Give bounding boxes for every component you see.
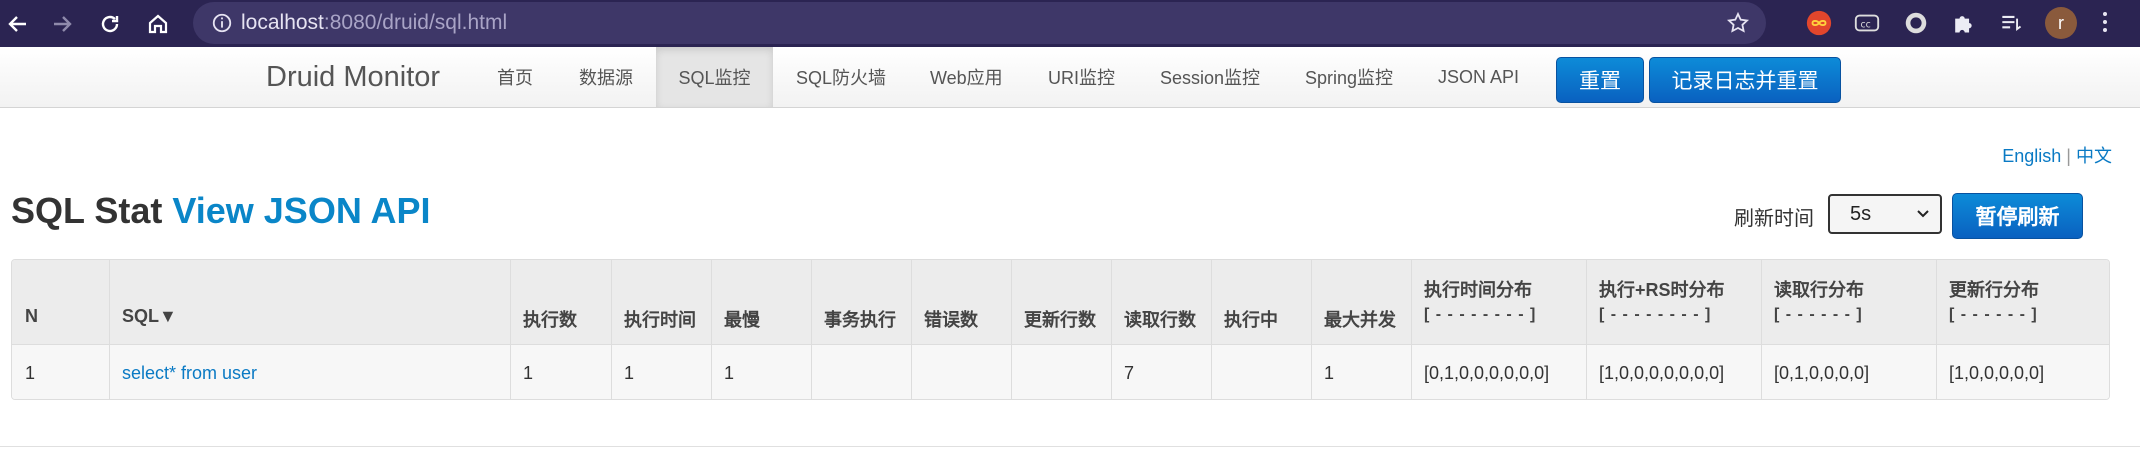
refresh-interval-label: 刷新时间 bbox=[1734, 208, 1814, 230]
nav-sql-monitor[interactable]: SQL监控 bbox=[656, 47, 773, 107]
cell-slowest: 1 bbox=[724, 363, 735, 383]
nav-spring-monitor[interactable]: Spring监控 bbox=[1291, 47, 1407, 107]
column-divider bbox=[1411, 260, 1412, 399]
col-header-exec-rs-histogram-sub: [ - - - - - - - - ] bbox=[1599, 306, 1712, 323]
col-header-fetch-histogram-sub: [ - - - - - - ] bbox=[1774, 306, 1863, 323]
view-json-api-link[interactable]: View JSON API bbox=[172, 190, 430, 231]
column-divider bbox=[510, 260, 511, 399]
profile-avatar[interactable]: r bbox=[2045, 7, 2077, 39]
column-divider bbox=[1011, 260, 1012, 399]
col-header-sql[interactable]: SQL▼ bbox=[122, 306, 177, 327]
address-bar[interactable]: localhost:8080/druid/sql.html bbox=[193, 2, 1766, 44]
cell-exec-rs-histogram: [1,0,0,0,0,0,0,0] bbox=[1599, 363, 1725, 383]
reload-icon[interactable] bbox=[92, 6, 128, 42]
sql-detail-link[interactable]: select* from user bbox=[122, 363, 257, 383]
col-header-update-histogram-sub: [ - - - - - - ] bbox=[1949, 306, 2038, 323]
column-divider bbox=[811, 260, 812, 399]
col-header-exec-count[interactable]: 执行数 bbox=[523, 306, 577, 332]
column-divider bbox=[1936, 260, 1937, 399]
page-divider bbox=[0, 446, 2140, 447]
druid-navbar: Druid Monitor 首页 数据源 SQL监控 SQL防火墙 Web应用 … bbox=[0, 47, 2140, 108]
col-header-tx-exec[interactable]: 事务执行 bbox=[824, 306, 896, 332]
back-icon[interactable] bbox=[0, 6, 36, 42]
page-title: SQL Stat View JSON API bbox=[11, 190, 431, 232]
lang-separator: | bbox=[2066, 146, 2071, 166]
language-switch: English | 中文 bbox=[2002, 142, 2112, 168]
nav-session-monitor[interactable]: Session监控 bbox=[1146, 47, 1274, 107]
nav-sql-firewall[interactable]: SQL防火墙 bbox=[782, 47, 900, 107]
column-divider bbox=[711, 260, 712, 399]
col-header-update-histogram: 更新行分布 bbox=[1949, 280, 2039, 300]
reset-button[interactable]: 重置 bbox=[1556, 57, 1644, 103]
table-row: 1 select* from user 1 1 1 7 1 [0,1,0,0,0… bbox=[12, 344, 2109, 399]
nav-json-api[interactable]: JSON API bbox=[1424, 47, 1533, 107]
cell-n: 1 bbox=[25, 363, 36, 383]
bookmark-star-icon[interactable] bbox=[1726, 11, 1750, 35]
refresh-interval-select[interactable]: 5s bbox=[1828, 194, 1942, 234]
col-header-fetch-histogram: 读取行分布 bbox=[1774, 280, 1864, 300]
avatar-initial: r bbox=[2058, 12, 2064, 33]
stop-refresh-button[interactable]: 暂停刷新 bbox=[1952, 193, 2083, 239]
nav-datasource[interactable]: 数据源 bbox=[565, 47, 647, 107]
cell-max-concurrent: 1 bbox=[1324, 363, 1335, 383]
cell-update-histogram: [1,0,0,0,0,0] bbox=[1949, 363, 2045, 383]
site-info-icon[interactable] bbox=[211, 12, 233, 34]
reading-list-icon[interactable] bbox=[1996, 8, 2026, 38]
col-header-exec-histogram: 执行时间分布 bbox=[1424, 280, 1532, 300]
col-header-n[interactable]: N bbox=[25, 306, 38, 327]
col-header-slowest[interactable]: 最慢 bbox=[724, 306, 760, 332]
refresh-interval-value: 5s bbox=[1850, 202, 1872, 225]
col-header-fetch-rows[interactable]: 读取行数 bbox=[1124, 306, 1196, 332]
forward-icon[interactable] bbox=[44, 6, 80, 42]
lang-chinese-link[interactable]: 中文 bbox=[2076, 146, 2112, 166]
brand-title[interactable]: Druid Monitor bbox=[266, 61, 440, 94]
browser-toolbar: localhost:8080/druid/sql.html cc r bbox=[0, 0, 2140, 47]
cell-exec-time: 1 bbox=[624, 363, 635, 383]
col-header-error-count[interactable]: 错误数 bbox=[924, 306, 978, 332]
col-header-running[interactable]: 执行中 bbox=[1224, 306, 1278, 332]
chevron-down-icon bbox=[1917, 210, 1929, 218]
column-divider bbox=[611, 260, 612, 399]
extension-infinity-icon[interactable] bbox=[1804, 8, 1834, 38]
col-header-exec-histogram-sub: [ - - - - - - - - ] bbox=[1424, 306, 1537, 323]
extension-circle-icon[interactable] bbox=[1901, 8, 1931, 38]
col-header-exec-time[interactable]: 执行时间 bbox=[624, 306, 696, 332]
home-icon[interactable] bbox=[140, 6, 176, 42]
column-divider bbox=[109, 260, 110, 399]
sql-stat-table: N SQL▼ 执行数 执行时间 最慢 事务执行 错误数 更新行数 读取行数 执行… bbox=[11, 259, 2110, 400]
column-divider bbox=[911, 260, 912, 399]
cell-exec-count: 1 bbox=[523, 363, 534, 383]
lang-english-link[interactable]: English bbox=[2002, 146, 2061, 166]
cell-fetch-rows: 7 bbox=[1124, 363, 1135, 383]
browser-menu-icon[interactable] bbox=[2098, 8, 2112, 38]
url-text: localhost:8080/druid/sql.html bbox=[241, 11, 508, 34]
cell-fetch-histogram: [0,1,0,0,0,0] bbox=[1774, 363, 1870, 383]
table-header-row: N SQL▼ 执行数 执行时间 最慢 事务执行 错误数 更新行数 读取行数 执行… bbox=[12, 260, 2109, 344]
page-title-text: SQL Stat bbox=[11, 190, 163, 231]
column-divider bbox=[1586, 260, 1587, 399]
cell-exec-histogram: [0,1,0,0,0,0,0,0] bbox=[1424, 363, 1550, 383]
nav-web-app[interactable]: Web应用 bbox=[916, 47, 1017, 107]
nav-uri-monitor[interactable]: URI监控 bbox=[1034, 47, 1129, 107]
column-divider bbox=[1311, 260, 1312, 399]
extension-cc-icon[interactable]: cc bbox=[1852, 8, 1882, 38]
nav-home[interactable]: 首页 bbox=[483, 47, 547, 107]
column-divider bbox=[1211, 260, 1212, 399]
column-divider bbox=[1111, 260, 1112, 399]
svg-text:cc: cc bbox=[1860, 20, 1870, 31]
col-header-exec-rs-histogram: 执行+RS时分布 bbox=[1599, 280, 1725, 300]
col-header-max-concurrent[interactable]: 最大并发 bbox=[1324, 306, 1396, 332]
log-and-reset-button[interactable]: 记录日志并重置 bbox=[1649, 57, 1841, 103]
extensions-puzzle-icon[interactable] bbox=[1948, 8, 1978, 38]
column-divider bbox=[1761, 260, 1762, 399]
col-header-update-rows[interactable]: 更新行数 bbox=[1024, 306, 1096, 332]
